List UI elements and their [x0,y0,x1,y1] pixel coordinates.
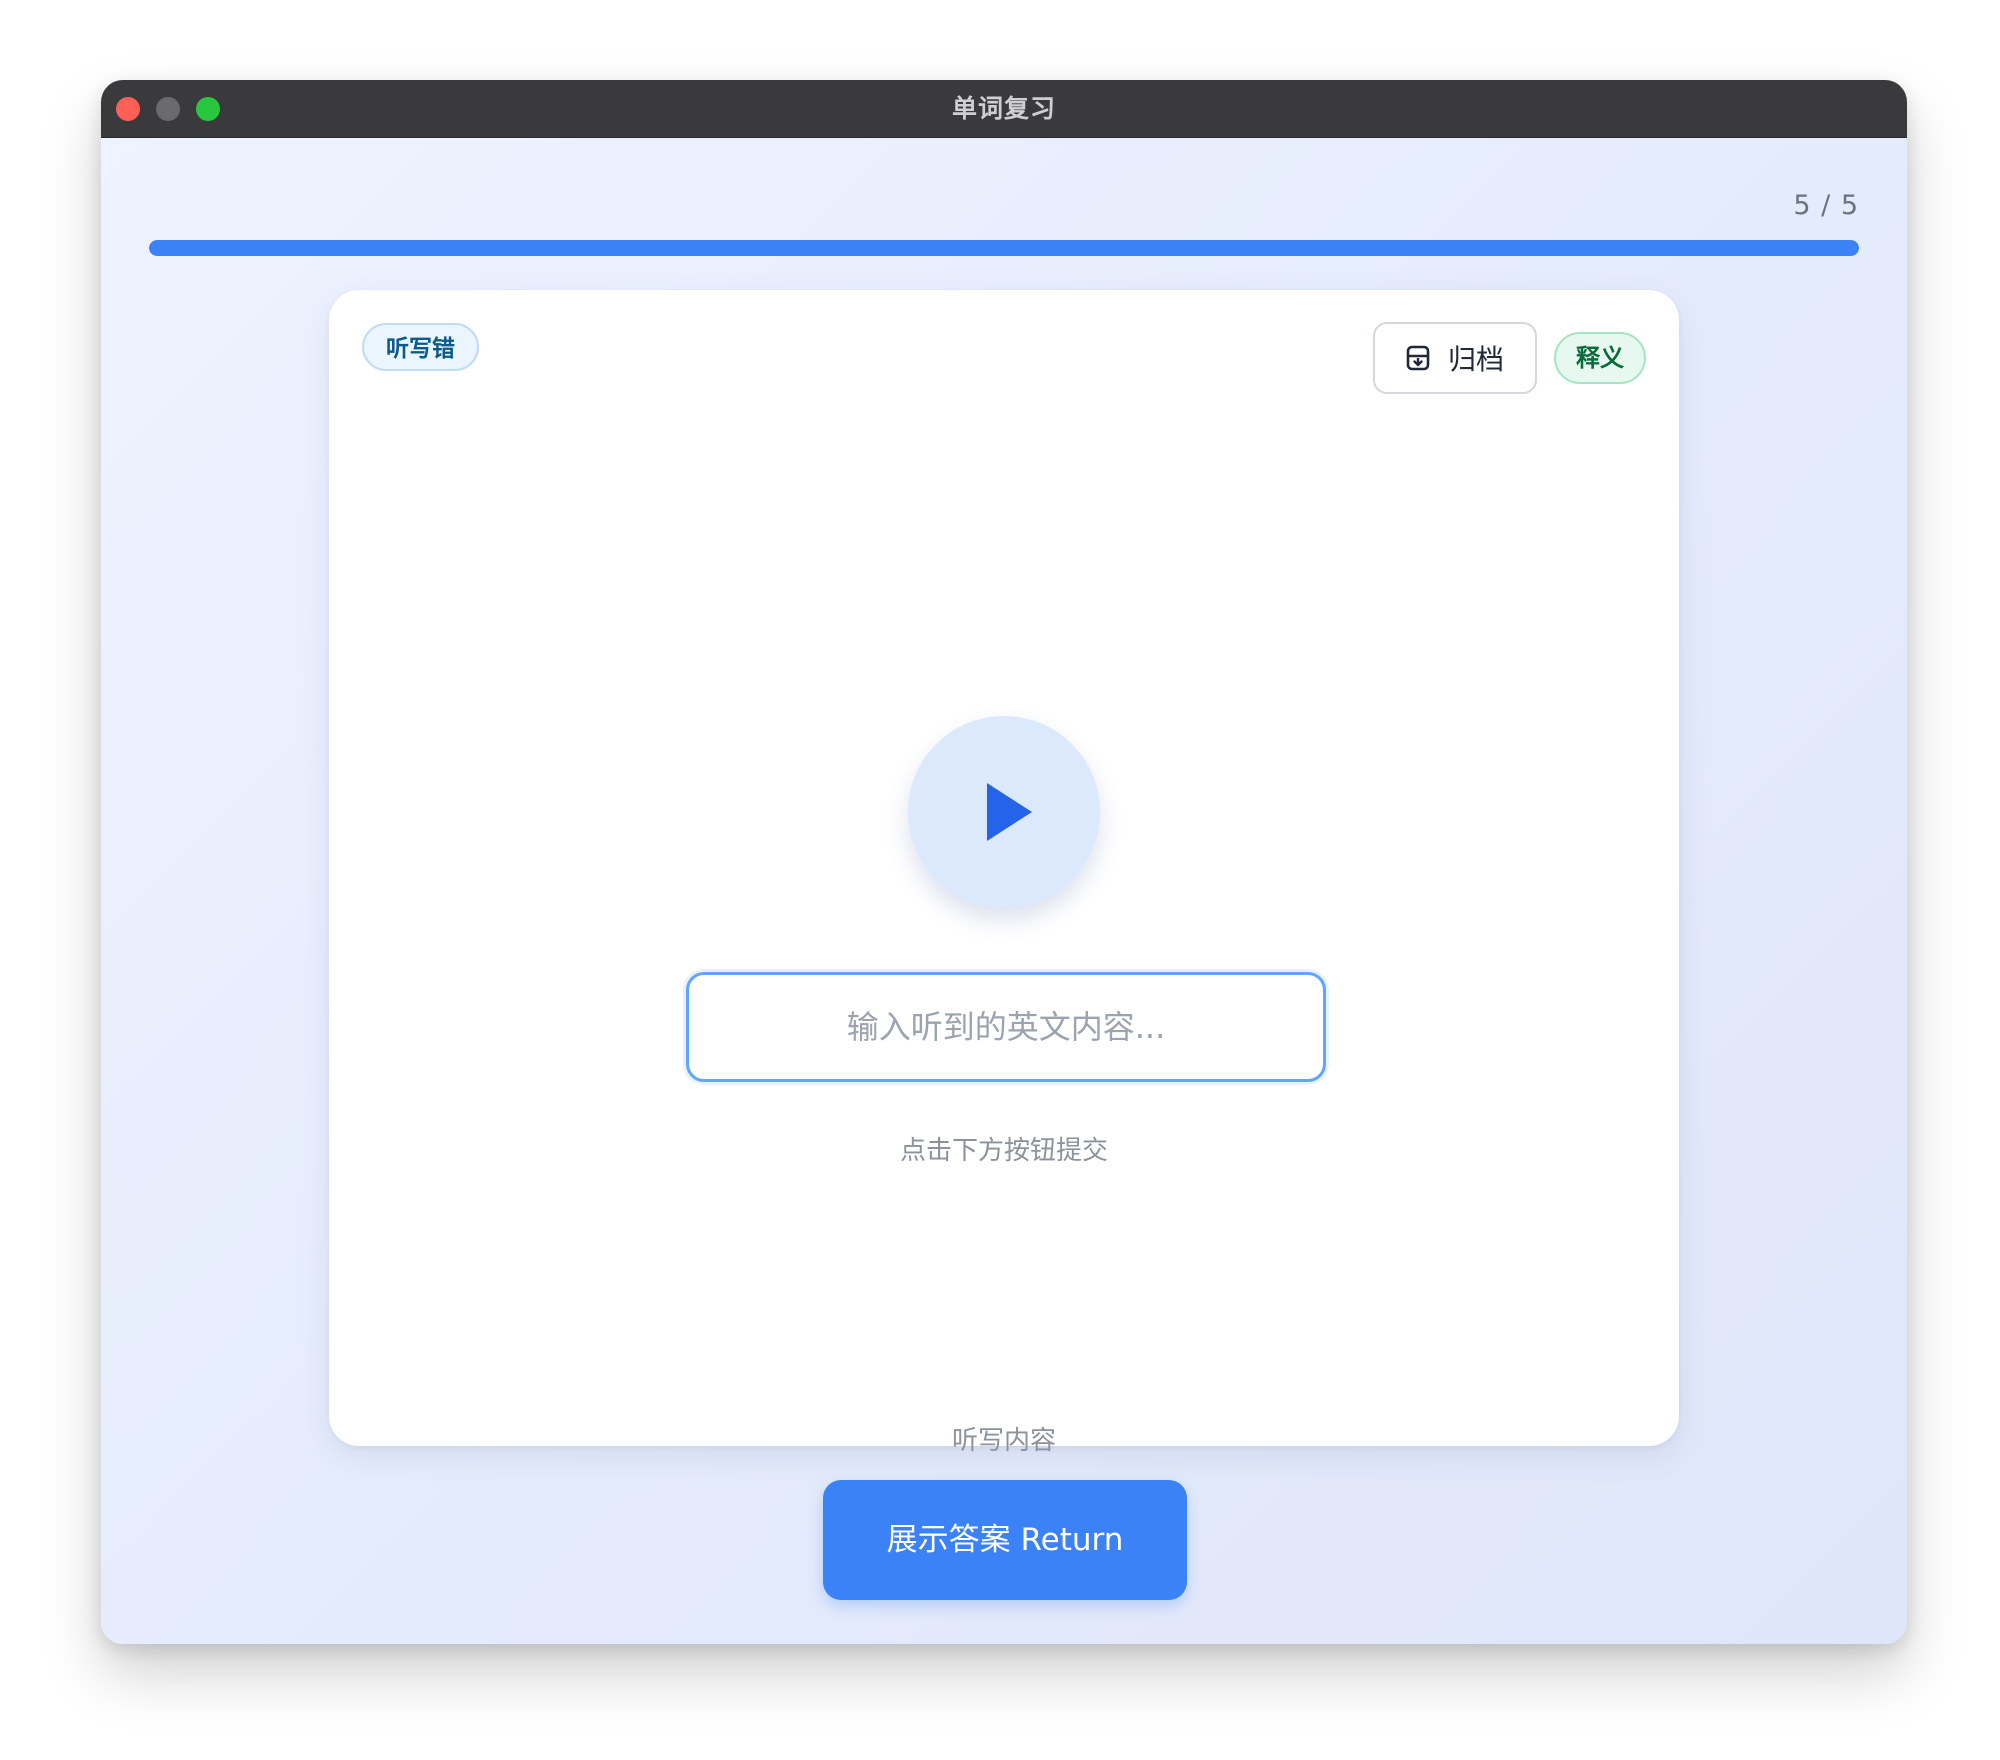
archive-icon [1406,345,1430,371]
window-title: 单词复习 [951,94,1056,123]
app-window: 单词复习 5 / 5 听写错 归档 释义 点击下方按钮提交 [101,80,1907,1644]
submit-hint: 点击下方按钮提交 [899,1136,1108,1166]
review-card: 听写错 归档 释义 点击下方按钮提交 听写内容 [329,290,1679,1456]
title-bar: 单词复习 [101,80,1907,138]
play-icon [987,783,1032,841]
status-badge: 听写错 [362,323,479,371]
meaning-button[interactable]: 释义 [1554,332,1646,384]
reveal-answer-button[interactable]: 展示答案 Return [823,1480,1187,1600]
archive-button[interactable]: 归档 [1373,322,1537,394]
archive-button-label: 归档 [1447,343,1504,376]
progress-bar-fill [149,240,1859,256]
progress-count: 5 / 5 [1793,190,1859,221]
play-audio-button[interactable] [908,716,1100,908]
progress-bar [149,240,1859,256]
answer-input[interactable] [686,972,1326,1082]
dictation-content-label: 听写内容 [951,1426,1056,1456]
